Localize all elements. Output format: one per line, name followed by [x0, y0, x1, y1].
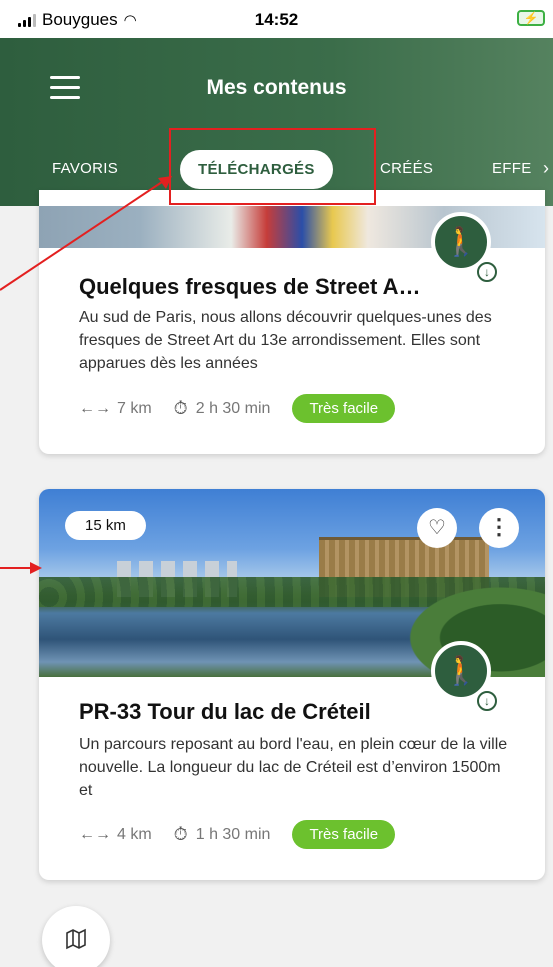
- download-icon: ↓: [477, 262, 497, 282]
- route-duration: 1 h 30 min: [195, 825, 271, 843]
- route-card[interactable]: 🚶 ↓ Quelques fresques de Street A… Au su…: [39, 190, 545, 454]
- difficulty-badge: Très facile: [292, 820, 396, 849]
- route-card[interactable]: 15 km ♡ ⋮ 🚶 ↓ PR-33 Tour du lac de Créte…: [39, 489, 545, 880]
- chevron-right-icon[interactable]: ›: [543, 158, 549, 179]
- distance-icon: ←→: [79, 825, 111, 843]
- heart-icon[interactable]: ♡: [417, 508, 457, 548]
- difficulty-badge: Très facile: [292, 394, 396, 423]
- tab-favoris[interactable]: FAVORIS: [52, 160, 118, 177]
- route-distance: 7 km: [117, 399, 152, 417]
- map-icon-svg: [66, 928, 86, 950]
- route-duration: 2 h 30 min: [195, 399, 271, 417]
- route-meta: ←→ 4 km ⏱ 1 h 30 min Très facile: [79, 820, 396, 849]
- route-title: PR-33 Tour du lac de Créteil: [79, 699, 371, 724]
- highlight-box: [169, 128, 376, 205]
- page-title: Mes contenus: [206, 76, 347, 99]
- status-bar: Bouygues ◠ 14:52 ⚡: [0, 0, 553, 38]
- route-distance: 4 km: [117, 825, 152, 843]
- tab-crees[interactable]: CRÉÉS: [380, 160, 433, 177]
- more-options-icon[interactable]: ⋮: [479, 508, 519, 548]
- timer-icon: ⏱: [173, 824, 188, 844]
- battery-charging-icon: ⚡: [517, 10, 545, 26]
- route-description: Un parcours reposant au bord l'eau, en p…: [79, 736, 508, 799]
- tab-effectues[interactable]: EFFE: [492, 160, 532, 177]
- distance-icon: ←→: [79, 399, 111, 417]
- timer-icon: ⏱: [173, 398, 188, 418]
- route-title: Quelques fresques de Street A…: [79, 274, 421, 299]
- route-meta: ←→ 7 km ⏱ 2 h 30 min Très facile: [79, 394, 396, 423]
- map-icon[interactable]: [42, 906, 110, 967]
- route-description: Au sud de Paris, nous allons découvrir q…: [79, 309, 492, 372]
- clock: 14:52: [254, 10, 299, 29]
- download-icon: ↓: [477, 691, 497, 711]
- distance-badge: 15 km: [65, 511, 146, 540]
